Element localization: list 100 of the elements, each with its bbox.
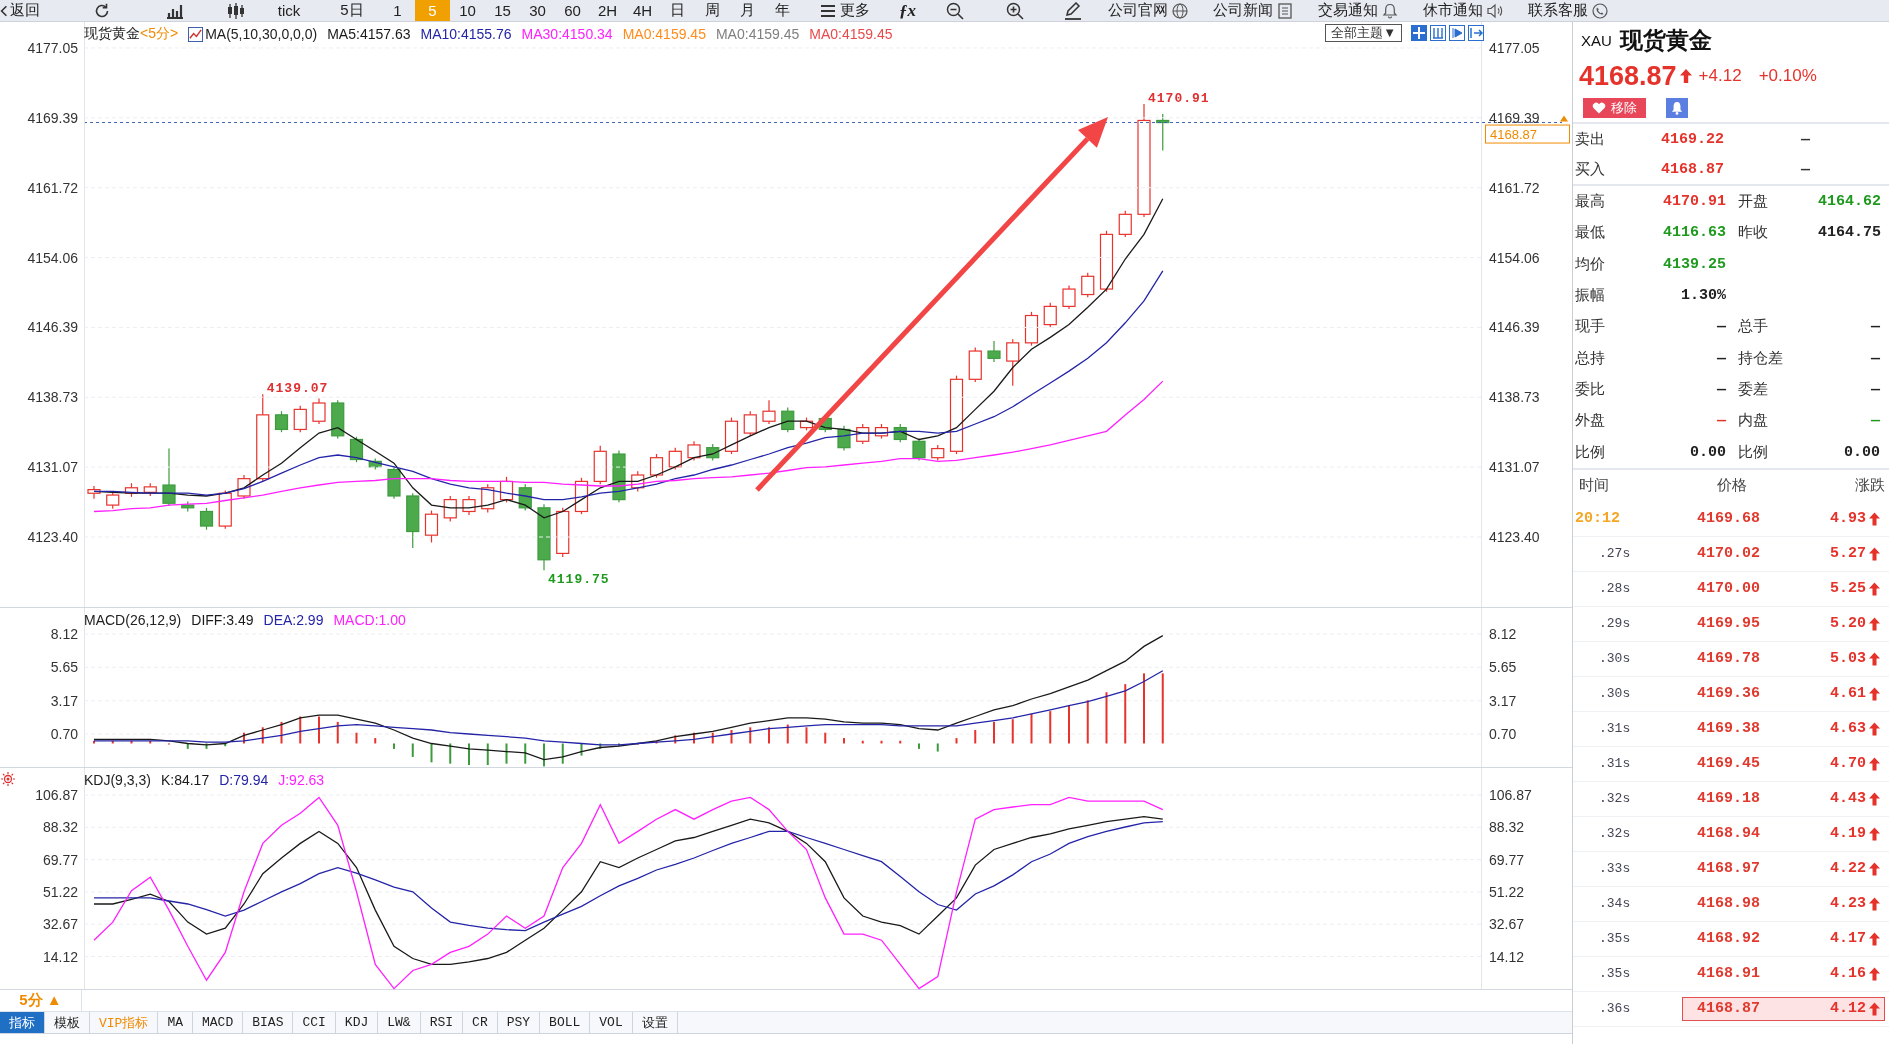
axis-label: 4169.39 xyxy=(1489,109,1540,126)
column-header: 价格 xyxy=(1716,476,1748,496)
order-price: 4169.22 xyxy=(1661,130,1725,148)
price-cell: 4169.36 xyxy=(1697,685,1760,703)
axis-label: 0.70 xyxy=(1489,726,1517,743)
price-cell: 4169.45 xyxy=(1697,755,1760,773)
order-label: 买入 xyxy=(1575,159,1606,179)
time-cell-text: .33s xyxy=(1598,861,1632,877)
change-cell: 4.17 xyxy=(1830,930,1866,948)
stat-value: — xyxy=(1716,380,1726,398)
price-cell: 4168.97 xyxy=(1697,860,1760,878)
axis-label: 88.32 xyxy=(1489,819,1525,836)
last-price: 4168.87 xyxy=(1579,60,1677,92)
indicator-value: D:79.94 xyxy=(219,772,269,788)
instrument-name: 现货黄金 xyxy=(84,25,140,43)
axis-label: 51.22 xyxy=(1489,883,1525,900)
indicator-value: MA0:4159.45 xyxy=(809,26,893,42)
indicator-value: MA0:4159.45 xyxy=(715,26,800,42)
change-cell: 4.43 xyxy=(1830,790,1866,808)
axis-label: 3.17 xyxy=(50,692,78,709)
stat-label: 最低 xyxy=(1575,223,1606,243)
indicator-value: DIFF:3.49 xyxy=(191,612,254,628)
change-cell: 5.03 xyxy=(1830,650,1866,668)
axis-label: 5.65 xyxy=(50,659,78,676)
order-volume: — xyxy=(1801,130,1811,148)
price-cell: 4169.38 xyxy=(1697,720,1760,738)
change-cell: 5.27 xyxy=(1830,545,1866,563)
axis-label: 32.67 xyxy=(1489,916,1525,933)
percent-change: +0.10% xyxy=(1758,66,1817,86)
time-cell-text: .27s xyxy=(1598,546,1632,562)
indicator-value: MA30:4150.34 xyxy=(521,26,613,42)
stat-label: 开盘 xyxy=(1738,192,1769,212)
stat-label: 比例 xyxy=(1738,442,1769,462)
indicator-name: MA(5,10,30,0,0,0) xyxy=(205,26,318,42)
axis-label: 4154.06 xyxy=(27,249,78,266)
change-cell: 4.61 xyxy=(1830,685,1866,703)
axis-label: 88.32 xyxy=(42,819,78,836)
price-change: +4.12 xyxy=(1698,66,1742,86)
axis-label: 0.70 xyxy=(50,726,78,743)
price-cell: 4168.87 xyxy=(1697,1000,1760,1018)
instrument-code: XAU xyxy=(1581,31,1612,49)
stat-label: 昨收 xyxy=(1738,223,1769,243)
change-cell: 4.63 xyxy=(1830,720,1866,738)
axis-label: 4161.72 xyxy=(1489,179,1540,196)
axis-label: 32.67 xyxy=(42,916,78,933)
axis-label: 4146.39 xyxy=(1489,319,1540,336)
price-label: 4170.91 xyxy=(1148,90,1210,106)
indicator-value: J:92.63 xyxy=(278,772,325,788)
axis-label: 4161.72 xyxy=(27,179,78,196)
axis-label: 4154.06 xyxy=(1489,249,1540,266)
change-cell: 4.12 xyxy=(1830,1000,1866,1018)
stat-label: 振幅 xyxy=(1575,286,1606,306)
axis-label: 69.77 xyxy=(1489,851,1525,868)
instrument-name: 现货黄金 xyxy=(1619,26,1712,55)
axis-label: 4169.39 xyxy=(27,109,78,126)
price-cell: 4168.92 xyxy=(1697,930,1760,948)
price-cell: 4168.94 xyxy=(1697,825,1760,843)
price-cell: 4169.18 xyxy=(1697,790,1760,808)
stat-label: 委比 xyxy=(1575,379,1606,399)
indicator-name: MACD(26,12,9) xyxy=(84,612,182,628)
time-cell-text: .35s xyxy=(1598,966,1632,982)
stat-label: 最高 xyxy=(1575,192,1606,212)
stat-value: 4139.25 xyxy=(1662,255,1726,273)
stat-value: — xyxy=(1870,412,1880,430)
time-cell-text: .31s xyxy=(1598,756,1632,772)
stat-value: 4164.62 xyxy=(1818,193,1881,211)
stat-value: — xyxy=(1870,380,1880,398)
axis-label: 14.12 xyxy=(42,948,78,965)
time-cell-text: .32s xyxy=(1598,791,1632,807)
time-cell-text: 20:12 xyxy=(1574,510,1621,528)
price-cell: 4169.68 xyxy=(1697,510,1760,528)
time-cell-text: .34s xyxy=(1598,896,1632,912)
axis-label: 4131.07 xyxy=(1489,459,1540,476)
time-cell-text: .36s xyxy=(1598,1001,1632,1017)
axis-label: 51.22 xyxy=(42,883,78,900)
stat-value: 0.00 xyxy=(1689,443,1726,461)
stat-label: 现手 xyxy=(1575,317,1606,337)
indicator-name: KDJ(9,3,3) xyxy=(84,772,151,788)
price-label: 4119.75 xyxy=(548,572,610,588)
change-cell: 4.19 xyxy=(1830,825,1866,843)
stat-value: — xyxy=(1716,318,1726,336)
axis-label: 4123.40 xyxy=(1489,529,1540,545)
axis-label: 106.87 xyxy=(35,787,78,804)
indicator-value: MACD:1.00 xyxy=(333,612,406,628)
change-cell: 5.25 xyxy=(1830,580,1866,598)
indicator-value: MA5:4157.63 xyxy=(327,26,411,42)
stat-value: 4116.63 xyxy=(1662,224,1726,242)
axis-label: 106.87 xyxy=(1489,787,1532,804)
period-label: <5分> xyxy=(140,25,179,43)
stat-label: 内盘 xyxy=(1738,411,1769,431)
column-header: 时间 xyxy=(1579,476,1610,496)
change-cell: 4.23 xyxy=(1830,895,1866,913)
axis-label: 4131.07 xyxy=(27,459,78,476)
axis-label: 8.12 xyxy=(1489,626,1517,642)
price-cell: 4170.00 xyxy=(1697,580,1760,598)
indicator-value: DEA:2.99 xyxy=(263,612,324,628)
order-price: 4168.87 xyxy=(1661,160,1725,178)
time-cell-text: .35s xyxy=(1598,931,1632,947)
stat-value: — xyxy=(1870,318,1880,336)
change-cell: 4.16 xyxy=(1830,965,1866,983)
